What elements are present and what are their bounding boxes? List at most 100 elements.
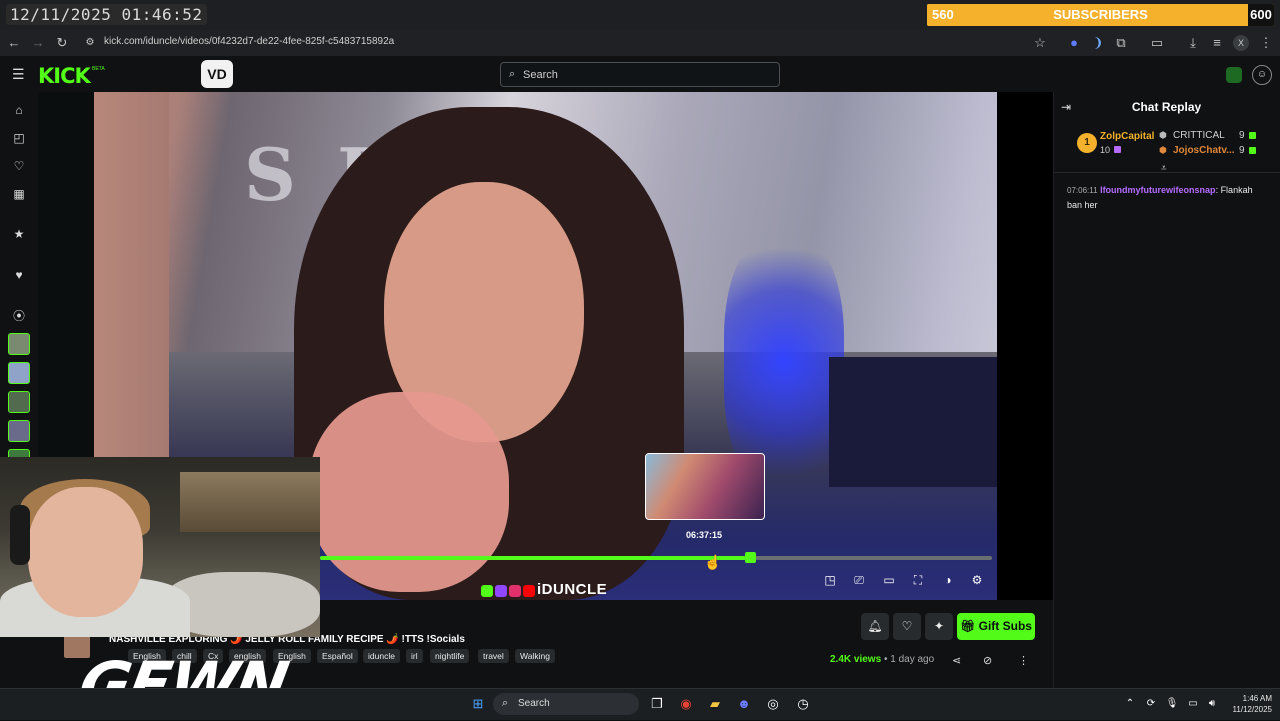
subscriber-goal-bar: 560 SUBSCRIBERS 600: [927, 4, 1274, 26]
cast-icon[interactable]: ▭: [1149, 35, 1165, 51]
top-gifter-name[interactable]: ZolpCapital: [1100, 131, 1154, 142]
webcam-face: [28, 487, 143, 617]
kick-extension-icon[interactable]: [1226, 67, 1242, 83]
categories-icon[interactable]: ▦: [10, 185, 28, 203]
stream-tag[interactable]: irl: [406, 649, 423, 663]
settings-gear-icon[interactable]: ⚙: [969, 572, 985, 588]
mini-player-icon[interactable]: ◳: [822, 572, 838, 588]
fullscreen-icon[interactable]: ⛶: [910, 572, 926, 588]
task-view-icon[interactable]: ❐: [648, 695, 666, 713]
webcam-shelf: [180, 472, 320, 532]
windows-start-icon[interactable]: ⊞: [469, 695, 487, 713]
more-options-icon[interactable]: ⋮: [1018, 654, 1029, 667]
streamer-webcam: [0, 457, 320, 637]
microphone-icon[interactable]: 🎙︎: [1163, 695, 1181, 713]
vd-extension-button[interactable]: VD: [201, 60, 233, 88]
chat-message-user[interactable]: Ifoundmyfuturewifeonsnap: [1100, 185, 1216, 195]
subscriber-label: SUBSCRIBERS: [1053, 7, 1148, 22]
gift-subs-button[interactable]: 🎁︎ Gift Subs: [957, 613, 1035, 640]
channel-avatar[interactable]: [8, 333, 30, 355]
instagram-social-icon: [509, 585, 521, 597]
top-gifter-count: 10: [1100, 145, 1111, 155]
notification-bell-button[interactable]: 🔔︎: [861, 613, 889, 640]
taskbar-clock[interactable]: 1:46 AM 11/12/2025: [1224, 693, 1272, 715]
seek-preview-time: 06:37:15: [686, 530, 723, 540]
seek-thumbnail-preview: [645, 453, 765, 520]
extension-icon[interactable]: ❩: [1090, 35, 1106, 51]
live-channels-icon[interactable]: ⦿: [10, 307, 28, 325]
extension-icon[interactable]: ●: [1066, 35, 1082, 51]
windows-taskbar: [0, 688, 1280, 720]
channel-avatar[interactable]: [8, 391, 30, 413]
stream-tag[interactable]: nightlife: [430, 649, 470, 663]
watermark-social-icons: [481, 584, 537, 597]
rank-two-icon: ⬢: [1159, 130, 1167, 140]
taskbar-time: 1:46 AM: [1242, 694, 1272, 703]
favorites-heart-icon[interactable]: ♥: [10, 266, 28, 284]
following-icon[interactable]: ♡: [10, 157, 28, 175]
theater-mode-icon[interactable]: ▭: [881, 572, 897, 588]
obs-icon[interactable]: ◎: [764, 695, 782, 713]
playback-speed-icon[interactable]: ◑: [940, 572, 956, 588]
reload-icon[interactable]: ↻: [54, 35, 70, 51]
gifter-name[interactable]: JojosChatv...: [1173, 145, 1235, 156]
address-bar[interactable]: kick.com/iduncle/videos/0f4232d7-de22-4f…: [104, 36, 394, 47]
kick-social-icon: [481, 585, 493, 597]
chat-message-time: 07:06:11: [1067, 186, 1098, 195]
clock-app-icon[interactable]: ◷: [794, 695, 812, 713]
browse-icon[interactable]: ◰: [10, 129, 28, 147]
chat-title: Chat Replay: [1131, 100, 1202, 114]
gift-subs-label: Gift Subs: [978, 619, 1032, 633]
player-letterbox: [997, 92, 1053, 600]
network-icon[interactable]: ▭: [1184, 695, 1202, 713]
home-icon[interactable]: ⌂: [10, 101, 28, 119]
tray-sync-icon[interactable]: ⟳: [1142, 695, 1160, 713]
gift-icon: 🎁︎: [960, 619, 979, 633]
stream-tag[interactable]: Walking: [515, 649, 555, 663]
back-icon[interactable]: ←: [6, 35, 22, 51]
upload-age: 1 day ago: [890, 654, 935, 665]
sub-gift-icon: [1249, 132, 1256, 139]
forward-icon[interactable]: →: [30, 35, 46, 51]
subscriber-goal: 600: [1248, 4, 1274, 26]
stream-tag[interactable]: Español: [317, 649, 358, 663]
overlay-clock: 12/11/2025 01:46:52: [6, 4, 207, 25]
chrome-icon[interactable]: ◉: [677, 695, 695, 713]
sub-gift-icon: [1114, 146, 1121, 153]
channel-avatar[interactable]: [8, 362, 30, 384]
site-info-icon[interactable]: ⚙: [82, 35, 98, 51]
bookmark-star-icon[interactable]: ☆: [1032, 35, 1048, 51]
taskbar-search[interactable]: ⌕ Search: [493, 693, 639, 715]
download-icon[interactable]: ⤓: [1185, 35, 1201, 51]
follow-heart-button[interactable]: ♡: [893, 613, 921, 640]
browser-menu-icon[interactable]: ⋮: [1258, 35, 1274, 51]
beta-label: BETA: [92, 66, 105, 72]
share-icon[interactable]: ⋖: [952, 654, 961, 667]
file-explorer-icon[interactable]: ▰: [706, 695, 724, 713]
user-avatar[interactable]: ☺: [1252, 65, 1272, 85]
seek-bar-handle[interactable]: [745, 552, 756, 563]
rank-three-icon: ⬢: [1159, 145, 1167, 155]
sparkle-button[interactable]: ✦: [925, 613, 953, 640]
hamburger-menu-icon[interactable]: ☰: [12, 66, 25, 83]
twitch-social-icon: [495, 585, 507, 597]
chat-message: 07:06:11 Ifoundmyfuturewifeonsnap: Flank…: [1067, 183, 1267, 212]
profile-avatar[interactable]: X: [1233, 35, 1249, 51]
discord-icon[interactable]: ☻: [735, 695, 753, 713]
chat-divider: [1054, 172, 1280, 173]
reading-list-icon[interactable]: ≡: [1209, 35, 1225, 51]
kick-logo[interactable]: KICK: [38, 64, 91, 88]
volume-icon[interactable]: 🔊︎: [1203, 695, 1221, 713]
clip-icon[interactable]: ⎚: [851, 572, 867, 588]
view-separator: •: [883, 654, 888, 665]
gifter-name[interactable]: CRITTICAL: [1173, 130, 1225, 141]
hide-icon[interactable]: ⊘: [983, 654, 992, 667]
channel-avatar[interactable]: [8, 420, 30, 442]
star-icon[interactable]: ★: [10, 225, 28, 243]
search-input[interactable]: ⌕ Search: [500, 62, 780, 87]
stream-tag[interactable]: travel: [478, 649, 509, 663]
tray-chevron-icon[interactable]: ⌃: [1121, 695, 1139, 713]
extensions-puzzle-icon[interactable]: ⧉: [1113, 35, 1129, 51]
taskbar-search-placeholder: Search: [518, 698, 550, 709]
stream-tag[interactable]: iduncle: [363, 649, 400, 663]
